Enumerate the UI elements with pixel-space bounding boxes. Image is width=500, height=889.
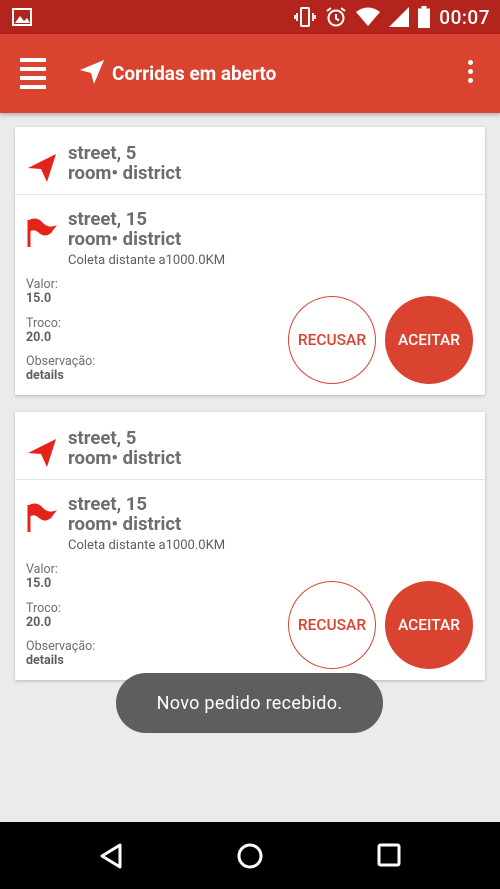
destination-street: street, 15	[68, 208, 147, 230]
troco-label: Troco:	[26, 316, 61, 331]
refuse-button[interactable]: RECUSAR	[288, 296, 376, 384]
valor-field: Valor: 15.0	[26, 278, 58, 306]
navigation-icon	[80, 60, 104, 84]
observacao-label: Observação:	[26, 639, 96, 654]
valor-label: Valor:	[26, 277, 58, 292]
destination-street: street, 15	[68, 493, 147, 515]
refuse-button[interactable]: RECUSAR	[288, 581, 376, 669]
destination-address: street, 15 room• district	[68, 494, 181, 534]
navigation-bar	[0, 822, 500, 889]
overflow-icon[interactable]	[466, 60, 474, 88]
pickup-distance: Coleta distante a1000.0KM	[68, 538, 226, 553]
pickup-section: street, 5 room• district	[15, 412, 485, 480]
observacao-label: Observação:	[26, 354, 96, 369]
valor-value: 15.0	[26, 291, 52, 306]
app-bar: Corridas em aberto	[0, 34, 500, 113]
observacao-field: Observação: details	[26, 355, 95, 383]
troco-field: Troco: 20.0	[26, 317, 61, 345]
observacao-field: Observação: details	[26, 640, 95, 668]
wifi-icon	[356, 7, 381, 26]
accept-button[interactable]: ACEITAR	[385, 296, 473, 384]
status-bar: 00:07	[0, 0, 500, 34]
valor-value: 15.0	[26, 576, 52, 591]
flag-icon	[27, 218, 57, 247]
order-card: street, 5 room• district street, 15 room…	[15, 127, 485, 395]
navigation-arrow-icon	[28, 439, 56, 467]
battery-icon	[418, 6, 431, 28]
flag-icon	[27, 503, 57, 532]
troco-label: Troco:	[26, 601, 61, 616]
destination-district: room• district	[68, 228, 182, 250]
troco-value: 20.0	[26, 330, 52, 345]
observacao-value: details	[26, 653, 64, 668]
toast-message: Novo pedido recebido.	[116, 673, 383, 733]
navigation-arrow-icon	[28, 154, 56, 182]
pickup-district: room• district	[68, 447, 182, 469]
observacao-value: details	[26, 368, 64, 383]
image-icon	[12, 8, 32, 26]
clock: 00:07	[439, 5, 490, 29]
troco-value: 20.0	[26, 615, 52, 630]
status-icons: 00:07	[294, 5, 490, 29]
pickup-district: room• district	[68, 162, 182, 184]
home-icon[interactable]	[236, 842, 264, 870]
menu-icon[interactable]	[20, 58, 46, 90]
destination-address: street, 15 room• district	[68, 209, 181, 249]
vibrate-icon	[294, 7, 317, 27]
troco-field: Troco: 20.0	[26, 602, 61, 630]
pickup-distance: Coleta distante a1000.0KM	[68, 253, 226, 268]
accept-button[interactable]: ACEITAR	[385, 581, 473, 669]
valor-label: Valor:	[26, 562, 58, 577]
destination-district: room• district	[68, 513, 182, 535]
pickup-street: street, 5	[68, 142, 137, 164]
pickup-section: street, 5 room• district	[15, 127, 485, 195]
order-card: street, 5 room• district street, 15 room…	[15, 412, 485, 680]
signal-icon	[389, 7, 410, 27]
pickup-address: street, 5 room• district	[68, 143, 181, 183]
page-title: Corridas em aberto	[112, 62, 277, 85]
recents-icon[interactable]	[376, 842, 402, 868]
pickup-street: street, 5	[68, 427, 137, 449]
valor-field: Valor: 15.0	[26, 563, 58, 591]
pickup-address: street, 5 room• district	[68, 428, 181, 468]
back-icon[interactable]	[98, 842, 124, 870]
alarm-icon	[326, 7, 346, 27]
